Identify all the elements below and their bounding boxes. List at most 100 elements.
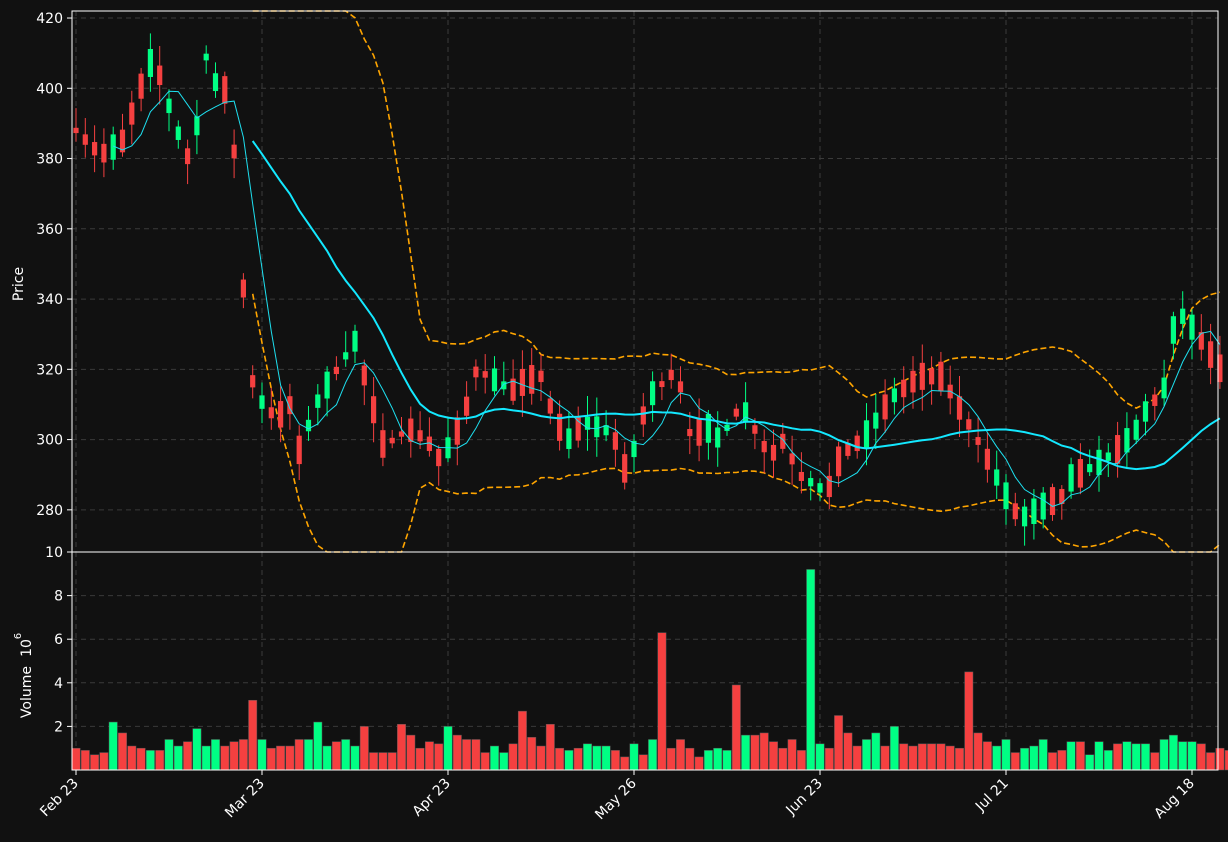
candle-body xyxy=(836,446,842,477)
candle-body xyxy=(901,379,907,398)
candle-body xyxy=(501,381,507,390)
volume-bar xyxy=(638,754,648,771)
candle-body xyxy=(1115,435,1121,464)
candle-body xyxy=(380,430,386,458)
candle-body xyxy=(464,396,470,416)
candle-body xyxy=(417,430,423,442)
volume-bar xyxy=(927,743,937,771)
volume-bar xyxy=(201,745,211,771)
candle-body xyxy=(1031,498,1037,524)
candle-body xyxy=(594,416,600,438)
volume-bar xyxy=(657,632,667,771)
volume-bar xyxy=(871,732,881,771)
volume-bar xyxy=(741,734,751,771)
candle-body xyxy=(250,375,256,388)
candle-body xyxy=(659,381,665,388)
volume-bar xyxy=(517,710,527,771)
candle-body xyxy=(361,365,367,386)
volume-bar xyxy=(610,750,620,771)
price-tick-label: 360 xyxy=(36,222,63,238)
candle-body xyxy=(324,371,330,399)
candle-body xyxy=(305,419,312,432)
volume-bar xyxy=(127,745,137,771)
candle-body xyxy=(371,396,377,424)
volume-bar xyxy=(964,671,974,771)
candle-body xyxy=(82,134,88,145)
volume-bar xyxy=(378,752,388,771)
volume-bar xyxy=(155,750,165,771)
volume-bar xyxy=(1066,741,1076,771)
candle-body xyxy=(166,98,172,114)
candle-body xyxy=(1022,506,1028,527)
volume-bar xyxy=(359,726,369,771)
volume-bar xyxy=(601,745,611,771)
candle-body xyxy=(817,483,823,493)
volume-bar xyxy=(331,741,341,771)
candle-body xyxy=(789,453,795,465)
volume-bar xyxy=(238,739,248,771)
volume-bar xyxy=(545,723,555,771)
candle-body xyxy=(873,412,879,429)
volume-bar xyxy=(415,747,425,771)
volume-bar xyxy=(694,756,704,771)
volume-bar xyxy=(369,752,379,771)
candle-body xyxy=(622,454,628,483)
volume-bar xyxy=(1168,734,1178,771)
volume-bar xyxy=(452,734,462,771)
candle-body xyxy=(1142,401,1149,422)
volume-bar xyxy=(480,752,490,771)
volume-bar xyxy=(1131,743,1141,771)
volume-bar xyxy=(973,732,983,771)
volume-bar xyxy=(1215,747,1225,771)
price-tick-label: 280 xyxy=(36,503,63,519)
volume-bar xyxy=(164,739,174,771)
volume-bar xyxy=(889,726,899,771)
candle-body xyxy=(129,102,135,125)
volume-bar xyxy=(313,721,323,771)
volume-bar xyxy=(1196,743,1206,771)
volume-tick-label: 8 xyxy=(54,589,63,605)
candle-body xyxy=(1105,452,1111,461)
candle-body xyxy=(1012,503,1018,520)
volume-bar xyxy=(1038,739,1048,771)
volume-bar xyxy=(955,747,964,771)
candle-body xyxy=(863,420,870,449)
candle-body xyxy=(352,330,358,352)
candle-body xyxy=(1170,316,1176,344)
volume-bar xyxy=(648,739,658,771)
candle-body xyxy=(640,406,646,425)
candle-body xyxy=(547,398,553,414)
volume-bar xyxy=(666,747,676,771)
volume-axis-label-text: Volume xyxy=(19,666,35,718)
candle-body xyxy=(315,394,321,408)
volume-bar xyxy=(490,745,499,771)
candle-body xyxy=(519,368,525,396)
volume-bar xyxy=(852,745,862,771)
volume-bar xyxy=(173,745,183,771)
volume-bar xyxy=(145,750,155,771)
candle-body xyxy=(1133,419,1139,440)
price-tick-label: 300 xyxy=(36,433,63,449)
candle-body xyxy=(1068,464,1074,492)
volume-bar xyxy=(685,747,695,771)
volume-bar xyxy=(248,699,258,771)
volume-bar xyxy=(1178,741,1188,771)
volume-bar xyxy=(573,747,583,771)
candle-body xyxy=(994,469,1000,486)
candle-body xyxy=(101,143,107,163)
volume-tick-label: 6 xyxy=(54,632,63,648)
volume-bar xyxy=(350,745,360,771)
volume-bar xyxy=(285,745,295,771)
candle-body xyxy=(473,366,479,378)
volume-bar xyxy=(183,741,193,771)
candle-body xyxy=(612,432,618,450)
volume-bar xyxy=(1001,739,1011,771)
candle-body xyxy=(743,402,749,423)
volume-bar xyxy=(1029,745,1039,771)
volume-bar xyxy=(1020,747,1030,771)
volume-bar xyxy=(322,745,332,771)
candle-body xyxy=(929,368,935,385)
candle-body xyxy=(854,435,860,452)
candle-body xyxy=(984,448,990,470)
volume-bar xyxy=(880,745,890,771)
